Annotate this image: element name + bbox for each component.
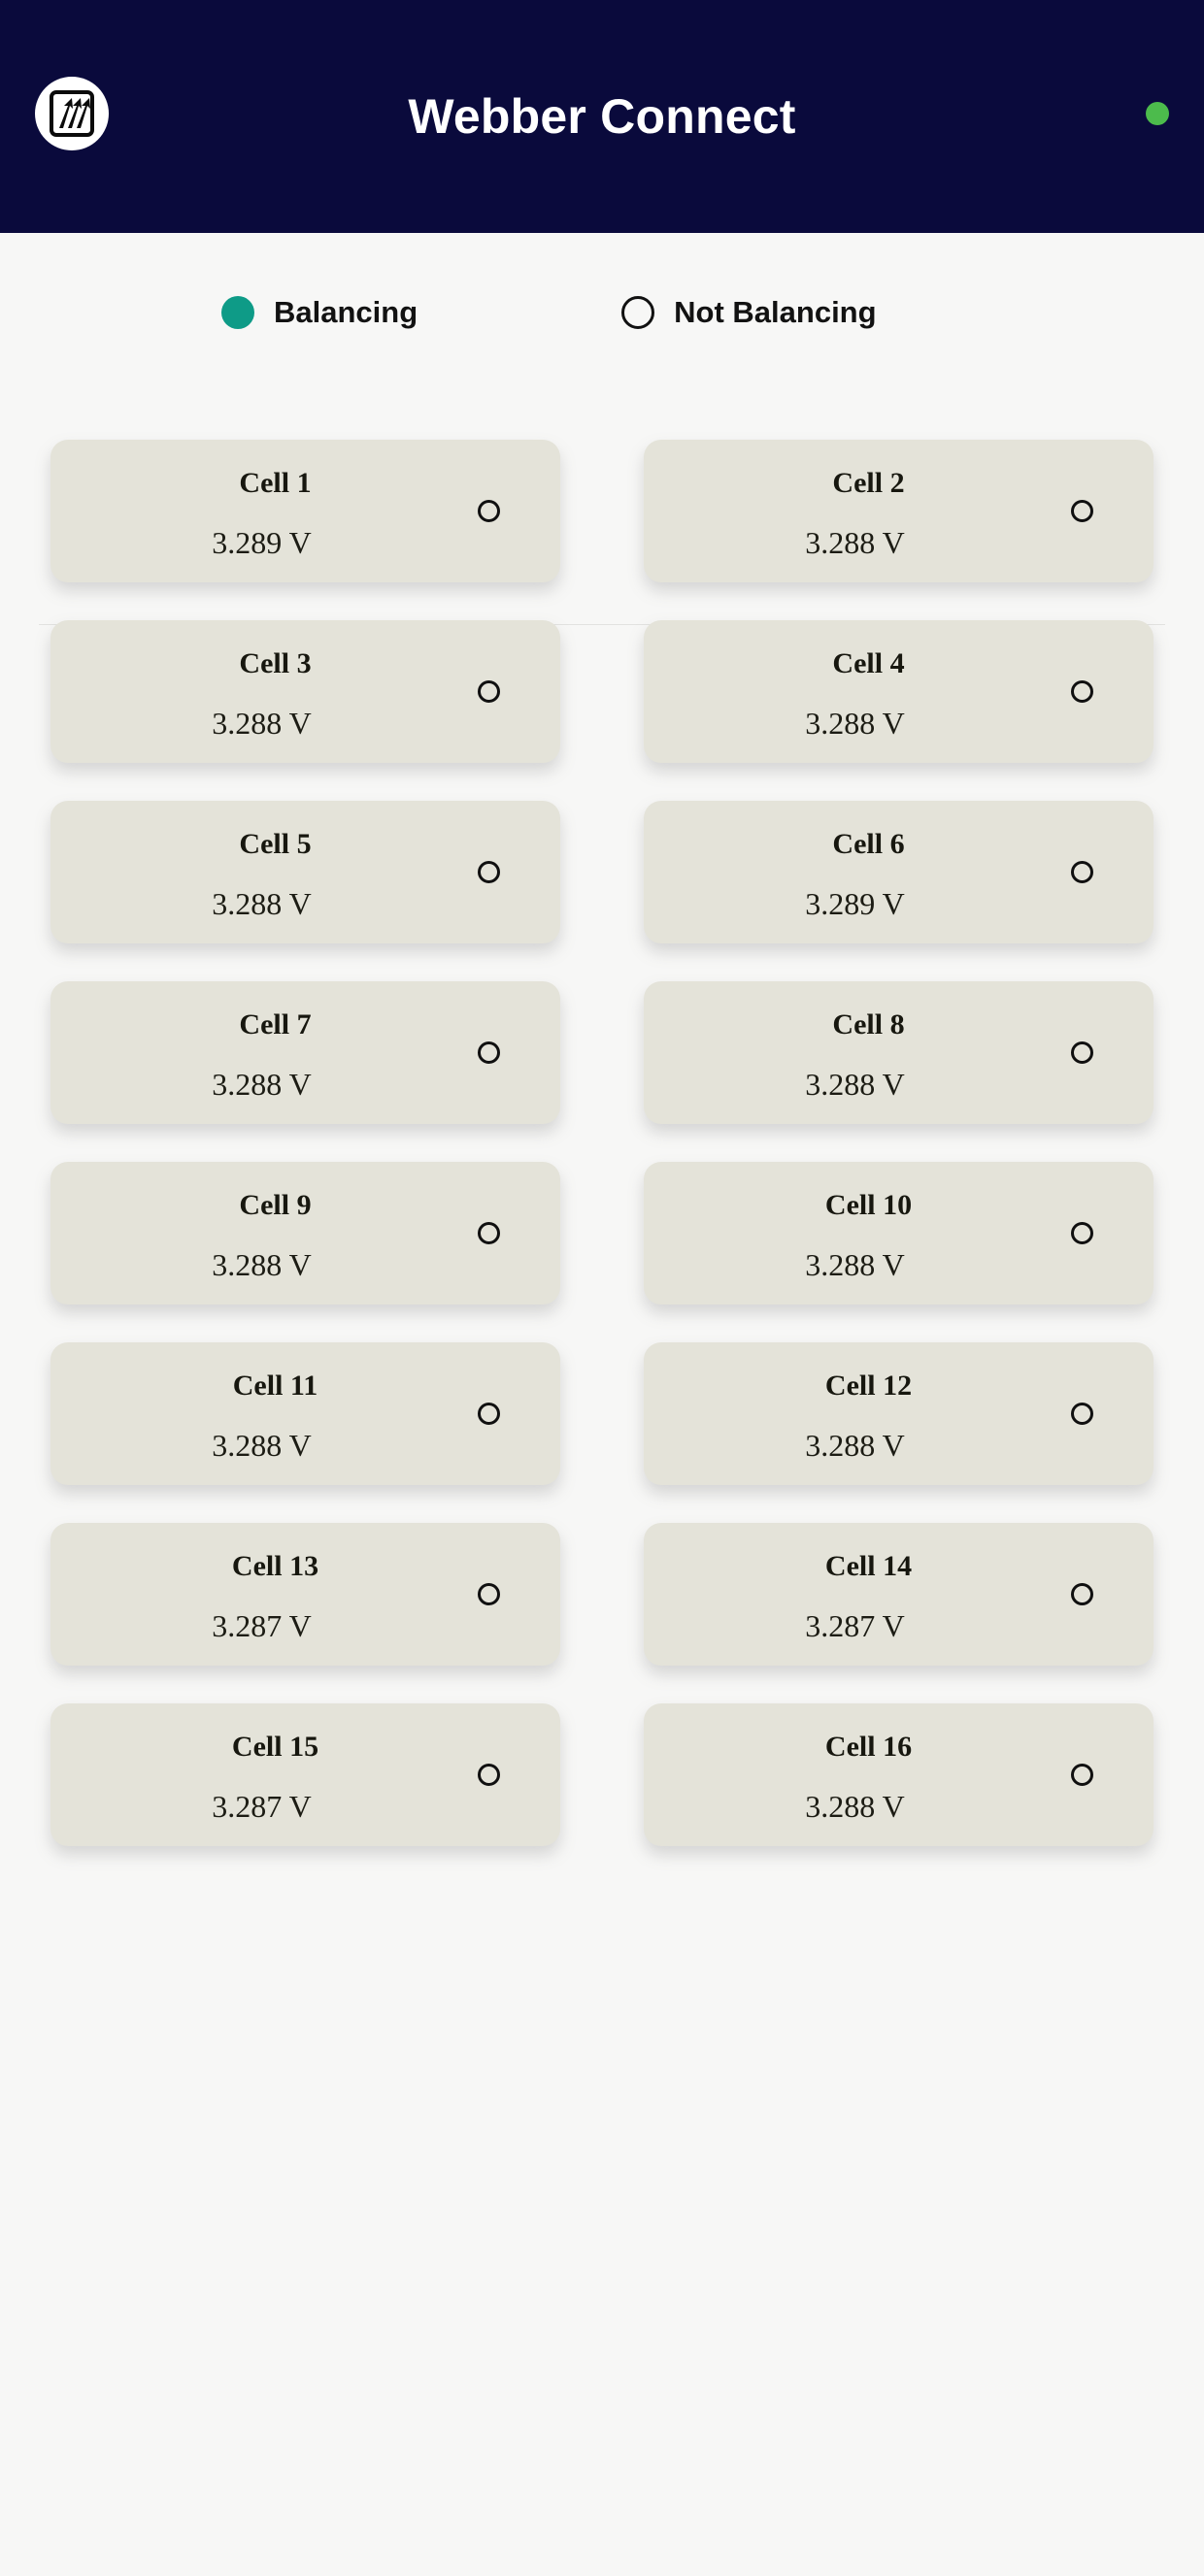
hollow-circle-icon bbox=[1071, 500, 1093, 522]
connection-status-dot-icon bbox=[1146, 102, 1169, 125]
hollow-circle-icon bbox=[478, 861, 500, 883]
legend-bar: Balancing Not Balancing bbox=[0, 233, 1204, 625]
hollow-circle-icon bbox=[478, 680, 500, 703]
hollow-circle-icon bbox=[621, 295, 655, 329]
hollow-circle-icon bbox=[1071, 1764, 1093, 1786]
cell-voltage-value: 3.288 V bbox=[805, 525, 905, 560]
cell-card[interactable]: Cell 13 3.287 V bbox=[50, 1523, 560, 1666]
cell-voltage-value: 3.288 V bbox=[805, 1247, 905, 1282]
cell-name-label: Cell 8 bbox=[832, 1008, 905, 1040]
cell-card[interactable]: Cell 1 3.289 V bbox=[50, 440, 560, 582]
cell-name-label: Cell 5 bbox=[239, 828, 312, 860]
hollow-circle-icon bbox=[1071, 680, 1093, 703]
legend-item-not-balancing: Not Balancing bbox=[621, 294, 877, 330]
cell-name-label: Cell 6 bbox=[832, 828, 905, 860]
cell-voltage-value: 3.287 V bbox=[805, 1608, 905, 1643]
cell-name-label: Cell 4 bbox=[832, 647, 905, 679]
app-title: Webber Connect bbox=[408, 89, 796, 144]
cell-card[interactable]: Cell 11 3.288 V bbox=[50, 1342, 560, 1485]
cell-grid: Cell 1 3.289 V Cell 2 3.288 V Cell 3 3.288 VC… bbox=[0, 440, 1204, 1846]
hollow-circle-icon bbox=[478, 1764, 500, 1786]
app-bar: Webber Connect bbox=[0, 0, 1204, 233]
cell-card[interactable]: Cell 4 3.288 V bbox=[644, 620, 1154, 763]
cell-card[interactable]: Cell 15 3.287 V bbox=[50, 1703, 560, 1846]
cell-name-label: Cell 16 bbox=[824, 1731, 913, 1763]
hollow-circle-icon bbox=[478, 1583, 500, 1605]
cell-name-label: Cell 11 bbox=[232, 1370, 318, 1402]
cell-voltage-value: 3.288 V bbox=[212, 706, 312, 741]
cell-voltage-value: 3.289 V bbox=[212, 525, 312, 560]
legend-label-balancing: Balancing bbox=[274, 294, 418, 329]
cell-name-label: Cell 9 bbox=[239, 1189, 312, 1221]
cell-voltage-value: 3.287 V bbox=[212, 1608, 312, 1643]
cell-voltage-value: 3.288 V bbox=[212, 1067, 312, 1102]
cell-card[interactable]: Cell 8 3.288 V bbox=[644, 981, 1154, 1124]
hollow-circle-icon bbox=[1071, 1041, 1093, 1064]
cell-name-label: Cell 14 bbox=[824, 1550, 913, 1582]
cell-voltage-value: 3.288 V bbox=[805, 706, 905, 741]
legend-label-not-balancing: Not Balancing bbox=[674, 294, 877, 329]
cell-name-label: Cell 10 bbox=[824, 1189, 913, 1221]
legend-item-balancing: Balancing bbox=[221, 295, 418, 330]
cell-card[interactable]: Cell 3 3.288 V bbox=[50, 620, 560, 763]
cell-voltage-value: 3.287 V bbox=[212, 1789, 312, 1824]
hollow-circle-icon bbox=[478, 500, 500, 522]
hollow-circle-icon bbox=[1071, 861, 1093, 883]
cell-voltage-value: 3.288 V bbox=[805, 1428, 905, 1463]
cell-voltage-value: 3.288 V bbox=[212, 886, 312, 921]
cell-card[interactable]: Cell 16 3.288 V bbox=[644, 1703, 1154, 1846]
hollow-circle-icon bbox=[478, 1041, 500, 1064]
cell-card[interactable]: Cell 6 3.289 V bbox=[644, 801, 1154, 943]
cell-card[interactable]: Cell 2 3.288 V bbox=[644, 440, 1154, 582]
filled-circle-icon bbox=[221, 295, 254, 329]
cell-card[interactable]: Cell 7 3.288 V bbox=[50, 981, 560, 1124]
cell-card[interactable]: Cell 14 3.287 V bbox=[644, 1523, 1154, 1666]
hollow-circle-icon bbox=[1071, 1403, 1093, 1425]
cell-voltage-value: 3.288 V bbox=[805, 1067, 905, 1102]
cell-voltage-value: 3.289 V bbox=[805, 886, 905, 921]
webber-arrows-logo-icon bbox=[35, 77, 109, 150]
cell-card[interactable]: Cell 5 3.288 V bbox=[50, 801, 560, 943]
cell-name-label: Cell 12 bbox=[824, 1370, 913, 1402]
cell-card[interactable]: Cell 12 3.288 V bbox=[644, 1342, 1154, 1485]
cell-voltage-value: 3.288 V bbox=[805, 1789, 905, 1824]
hollow-circle-icon bbox=[1071, 1222, 1093, 1244]
cell-voltage-value: 3.288 V bbox=[212, 1428, 312, 1463]
cell-name-label: Cell 7 bbox=[239, 1008, 312, 1040]
hollow-circle-icon bbox=[478, 1403, 500, 1425]
hollow-circle-icon bbox=[1071, 1583, 1093, 1605]
cell-card[interactable]: Cell 10 3.288 V bbox=[644, 1162, 1154, 1305]
cell-name-label: Cell 15 bbox=[231, 1731, 319, 1763]
cell-name-label: Cell 13 bbox=[231, 1550, 319, 1582]
cell-name-label: Cell 3 bbox=[239, 647, 312, 679]
cell-card[interactable]: Cell 9 3.288 V bbox=[50, 1162, 560, 1305]
cell-name-label: Cell 2 bbox=[832, 467, 905, 499]
hollow-circle-icon bbox=[478, 1222, 500, 1244]
cell-name-label: Cell 1 bbox=[239, 467, 312, 499]
cell-voltage-value: 3.288 V bbox=[212, 1247, 312, 1282]
